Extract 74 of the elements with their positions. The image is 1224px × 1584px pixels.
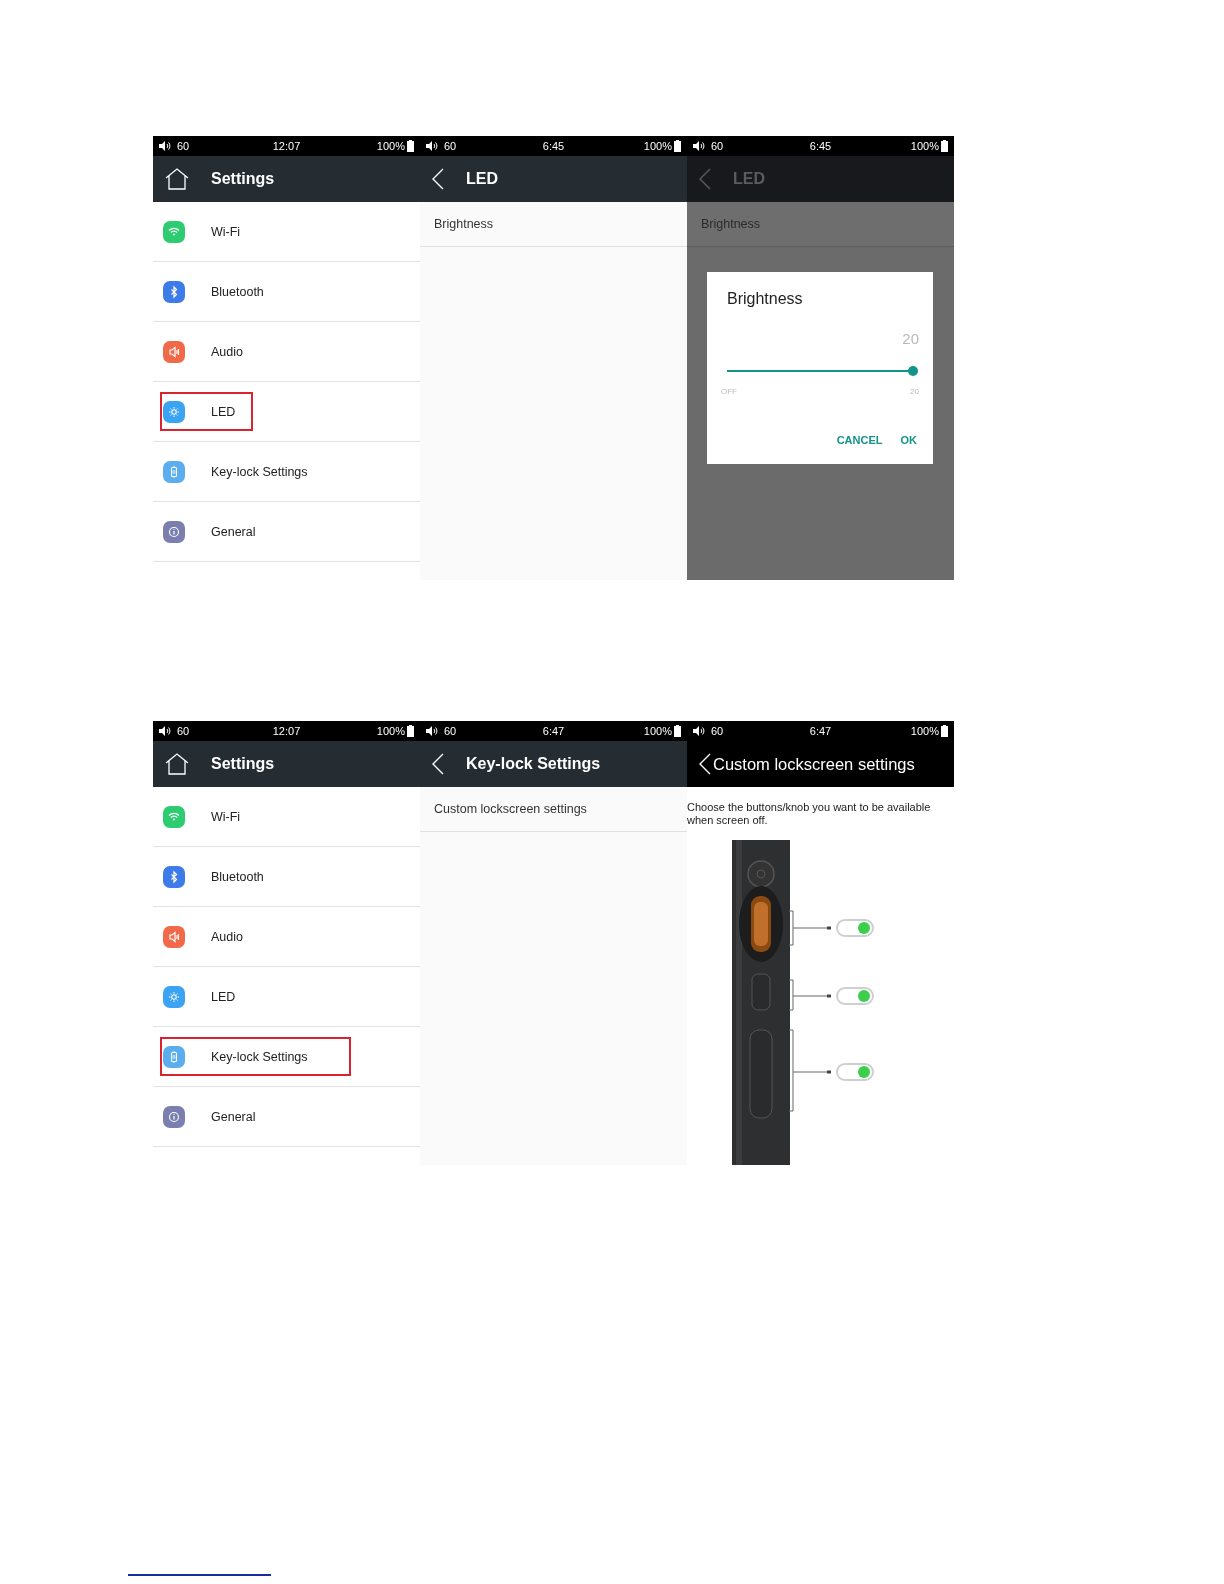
settings-item[interactable]: LED bbox=[153, 967, 420, 1027]
settings-item[interactable]: Wi-Fi bbox=[153, 787, 420, 847]
clock-time: 6:47 bbox=[542, 725, 565, 737]
item-label: General bbox=[211, 524, 256, 539]
settings-item[interactable]: Key-lock Settings bbox=[153, 1027, 420, 1087]
item-label: Wi-Fi bbox=[211, 224, 241, 239]
settings-item[interactable]: General bbox=[153, 502, 420, 562]
settings-item[interactable]: Wi-Fi bbox=[153, 202, 420, 262]
battery-icon bbox=[941, 725, 948, 737]
battery-percent: 100% bbox=[376, 140, 405, 152]
item-label: General bbox=[211, 1109, 256, 1124]
battery-icon bbox=[674, 725, 681, 737]
clock-time: 6:45 bbox=[542, 140, 565, 152]
volume-level: 60 bbox=[711, 140, 724, 152]
toggle-switch[interactable] bbox=[836, 919, 874, 937]
volume-level: 60 bbox=[177, 140, 190, 152]
volume-icon bbox=[426, 141, 438, 151]
battery-icon bbox=[407, 140, 414, 152]
dialog-button[interactable]: OK bbox=[898, 430, 919, 450]
item-label: Wi-Fi bbox=[211, 809, 241, 824]
settings-item[interactable]: Audio bbox=[153, 907, 420, 967]
settings-item[interactable]: Key-lock Settings bbox=[153, 442, 420, 502]
item-label: LED bbox=[211, 989, 236, 1004]
toggle-switch[interactable] bbox=[836, 987, 874, 1005]
home-icon[interactable] bbox=[165, 168, 189, 190]
item-label: Audio bbox=[211, 344, 243, 359]
clock-time: 12:07 bbox=[272, 725, 301, 737]
volume-level: 60 bbox=[711, 725, 724, 737]
volume-level: 60 bbox=[177, 725, 190, 737]
volume-level: 60 bbox=[444, 140, 457, 152]
screen-title: LED bbox=[466, 170, 498, 188]
instruction-text: Choose the buttons/knob you want to be available when screen off. bbox=[687, 800, 932, 827]
screen-title: Key-lock Settings bbox=[466, 755, 601, 773]
screen-title: Settings bbox=[211, 755, 275, 773]
dialog-title: Brightness bbox=[727, 290, 804, 308]
item-label: LED bbox=[211, 404, 236, 419]
volume-level: 60 bbox=[444, 725, 457, 737]
min-label: OFF bbox=[721, 387, 737, 396]
item-label: Key-lock Settings bbox=[211, 1049, 308, 1064]
item-label: Key-lock Settings bbox=[211, 464, 308, 479]
battery-icon bbox=[407, 725, 414, 737]
battery-icon bbox=[941, 140, 948, 152]
clock-time: 6:47 bbox=[809, 725, 832, 737]
dialog-button[interactable]: CANCEL bbox=[834, 430, 885, 450]
volume-icon bbox=[159, 141, 171, 151]
battery-percent: 100% bbox=[643, 725, 672, 737]
slider-thumb[interactable] bbox=[908, 366, 918, 376]
volume-icon bbox=[159, 726, 171, 736]
battery-icon bbox=[674, 140, 681, 152]
toggle-switch[interactable] bbox=[836, 1063, 874, 1081]
bracket-leader bbox=[788, 979, 831, 1011]
battery-percent: 100% bbox=[910, 725, 939, 737]
screen-title: Custom lockscreen settings bbox=[713, 754, 915, 774]
bracket-leader bbox=[788, 910, 831, 946]
clock-time: 12:07 bbox=[272, 140, 301, 152]
screen-title: Settings bbox=[211, 170, 275, 188]
slider-value: 20 bbox=[902, 330, 919, 347]
settings-item[interactable]: LED bbox=[153, 382, 420, 442]
battery-percent: 100% bbox=[910, 140, 939, 152]
settings-item[interactable]: General bbox=[153, 1087, 420, 1147]
item-label: Bluetooth bbox=[211, 284, 264, 299]
settings-item[interactable]: Audio bbox=[153, 322, 420, 382]
volume-icon bbox=[693, 726, 705, 736]
item-label: Bluetooth bbox=[211, 869, 264, 884]
volume-icon bbox=[426, 726, 438, 736]
volume-icon bbox=[693, 141, 705, 151]
clock-time: 6:45 bbox=[809, 140, 832, 152]
battery-percent: 100% bbox=[643, 140, 672, 152]
screen-title: LED bbox=[733, 170, 765, 188]
home-icon[interactable] bbox=[165, 753, 189, 775]
item-label: Audio bbox=[211, 929, 243, 944]
battery-percent: 100% bbox=[376, 725, 405, 737]
settings-item[interactable]: Bluetooth bbox=[153, 262, 420, 322]
settings-item[interactable]: Bluetooth bbox=[153, 847, 420, 907]
